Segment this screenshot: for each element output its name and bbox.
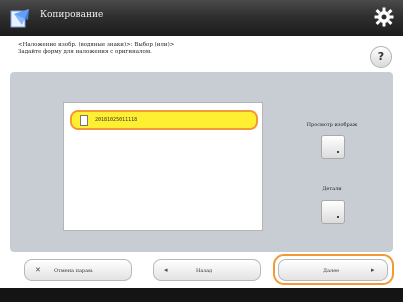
button-dot-icon <box>337 151 339 153</box>
file-name: 20181025011118 <box>95 117 138 123</box>
gear-icon[interactable] <box>373 6 395 28</box>
title-bar: Копирование <box>0 0 403 36</box>
button-dot-icon <box>337 216 339 218</box>
file-icon <box>80 115 88 126</box>
preview-button[interactable] <box>321 135 345 159</box>
next-arrow-icon: ▸ <box>371 266 375 274</box>
details-button[interactable] <box>321 200 345 224</box>
file-row-selected[interactable]: 20181025011118 <box>70 110 258 130</box>
window-title: Копирование <box>40 10 104 20</box>
bottom-bar <box>0 288 403 302</box>
details-label: Детали <box>322 186 342 192</box>
cancel-settings-label: Отмена парам. <box>54 268 94 274</box>
instruction-text: <Наложение изобр. (водяные знаки)>: Выбо… <box>18 42 338 56</box>
back-label: Назад <box>196 268 213 274</box>
instruction-line-2: Задайте форму для наложения с оригиналом… <box>18 49 152 55</box>
help-button[interactable]: ? <box>370 46 392 68</box>
back-arrow-icon: ◂ <box>164 266 168 274</box>
back-button[interactable]: ◂ Назад <box>153 259 261 281</box>
next-label: Далее <box>323 268 340 274</box>
close-icon: ✕ <box>35 266 41 274</box>
copy-app-icon <box>10 9 29 28</box>
next-button[interactable]: Далее ▸ <box>278 259 388 281</box>
cancel-settings-button[interactable]: ✕ Отмена парам. <box>24 259 132 281</box>
instruction-line-1: <Наложение изобр. (водяные знаки)>: Выбо… <box>18 42 175 48</box>
preview-label: Просмотр изображ <box>306 122 358 128</box>
